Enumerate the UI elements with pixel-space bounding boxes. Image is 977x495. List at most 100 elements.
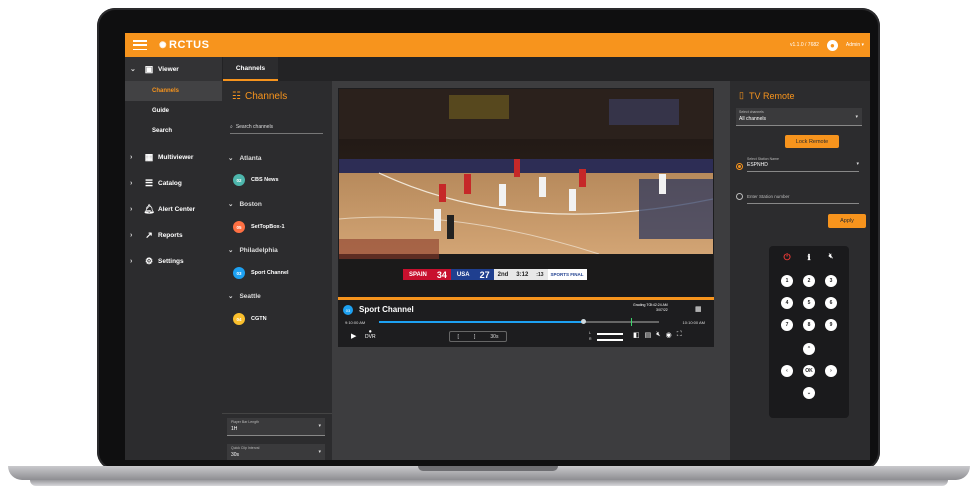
channel-item-sport-channel[interactable]: 03 Sport Channel [233,267,289,279]
city-group-boston[interactable]: ⌄ Boston [228,200,262,209]
station-number-radio[interactable] [736,193,743,200]
city-group-philadelphia[interactable]: ⌄ Philadelphia [228,246,278,255]
mute-icon[interactable]: 🔇︎ [825,251,837,263]
timecode-date: 3/07/22 [656,308,668,312]
calendar-icon[interactable]: ▦ [695,305,702,313]
key-8[interactable]: 8 [803,319,815,331]
tab-channels[interactable]: Channels [223,57,278,81]
chevron-up-icon[interactable]: ⌃ [803,343,815,355]
station-name-select[interactable]: Select Station Name ESPNHD ▾ [747,156,859,172]
audio-meter[interactable]: L R [589,331,629,342]
live-channel-badge: 03 [343,305,353,315]
screenshot-icon[interactable]: ◉ [666,331,672,339]
dvr-button[interactable]: ⏺ DVR [365,330,376,340]
station-number-underline [747,203,859,204]
network-select[interactable]: Select channels All channels ▾ [736,108,862,126]
sidebar-group-label: Settings [158,257,184,265]
sidebar-group-multiviewer[interactable]: › ▦ Multiviewer [125,147,222,167]
ok-button[interactable]: OK [803,365,815,377]
key-5[interactable]: 5 [803,297,815,309]
clip-end-bracket-icon[interactable]: ] [474,334,475,340]
quick-clip-interval-select[interactable]: Quick Clip Interval 30s ▾ [227,444,325,460]
clip-interval-label: 30s [490,333,499,340]
station-number-input[interactable]: Enter Station number [747,194,790,199]
sidebar-item-search[interactable]: Search [125,121,222,141]
remote-keypad: ⏻ ℹ 🔇︎ 1 2 3 4 5 6 7 8 9 ⌃ ‹ OK › ⌄ [769,246,849,418]
timeline-handle[interactable] [580,319,586,324]
timeline-scrubber[interactable] [379,318,659,326]
clip-start-bracket-icon[interactable]: [ [458,334,459,340]
chevron-down-icon: ⌄ [228,293,234,300]
user-menu[interactable]: Admin ▾ [846,42,864,48]
chevron-down-icon: ⌄ [228,247,234,254]
search-input[interactable]: ⌕ Search channels [230,121,323,134]
select-value: ESPNHD [747,162,768,168]
search-icon: ⌕ [230,124,233,130]
team-2-score: 27 [475,269,494,280]
key-2[interactable]: 2 [803,275,815,287]
mute-icon[interactable]: 🔇︎ [656,331,660,339]
select-label: Select Station Name [747,157,779,161]
key-6[interactable]: 6 [825,297,837,309]
sidebar-group-label: Catalog [158,179,182,187]
layout-icon[interactable]: ◧ [633,331,640,339]
video-player: SPAIN 34 USA 27 2nd 3:12 :13 SPORTS FINA… [338,88,714,347]
chevron-left-icon[interactable]: ‹ [781,365,793,377]
scoreboard-overlay: SPAIN 34 USA 27 2nd 3:12 :13 SPORTS FINA… [403,269,587,280]
play-icon[interactable]: ▶ [351,332,356,340]
grading-label: Grading TC [633,303,652,307]
live-marker [631,318,632,326]
select-label: Quick Clip Interval [231,446,260,450]
trend-icon: ↗ [145,229,153,240]
key-1[interactable]: 1 [781,275,793,287]
chevron-down-icon[interactable]: ⌄ [803,387,815,399]
sidebar-group-settings[interactable]: › ⚙ Settings [125,251,222,271]
select-label: Player Bar Length [231,420,260,424]
player-bar-length-select[interactable]: Player Bar Length 1H ▾ [227,418,325,436]
channel-item-settopbox[interactable]: 05 SetTopBox-1 [233,221,285,233]
logo-mark-icon: ✺ [159,39,168,50]
station-name-radio[interactable] [736,163,743,170]
apply-button[interactable]: Apply [828,214,866,228]
game-quarter: 2nd [493,269,513,280]
clip-control[interactable]: [ ] 30s [449,331,507,342]
volume-left-label: L [589,331,591,335]
bell-icon: 🔔︎ [143,203,155,214]
menu-icon[interactable] [133,40,147,50]
key-9[interactable]: 9 [825,319,837,331]
app-logo: ✺ RCTUS [159,39,209,51]
channel-item-cgtn[interactable]: 04 CGTN [233,313,267,325]
caret-down-icon: ▾ [318,449,321,455]
sidebar-item-guide[interactable]: Guide [125,101,222,121]
channel-number-badge: 02 [233,174,245,186]
timecode-info: 9:42:24 AM 3/07/22 [650,303,668,313]
channel-item-cbs-news[interactable]: 02 CBS News [233,174,279,186]
user-avatar-icon[interactable]: ● [826,39,838,51]
key-3[interactable]: 3 [825,275,837,287]
sidebar-group-viewer[interactable]: ⌄ ▣ Viewer [125,57,222,81]
remote-icon: ▯ [739,90,744,100]
channels-title: ☷ Channels [232,91,287,102]
chevron-right-icon[interactable]: › [825,365,837,377]
sidebar-group-alert-center[interactable]: › 🔔︎ Alert Center [125,199,222,219]
info-icon[interactable]: ℹ [803,251,815,263]
city-group-seattle[interactable]: ⌄ Seattle [228,292,261,301]
channel-number-badge: 04 [233,313,245,325]
key-4[interactable]: 4 [781,297,793,309]
dvr-label: DVR [365,334,376,340]
captions-icon[interactable]: ▤ [645,331,652,339]
lock-remote-button[interactable]: Lock Remote [785,135,839,148]
logo-text: RCTUS [169,39,210,51]
city-group-atlanta[interactable]: ⌄ Atlanta [228,154,261,163]
sidebar-group-catalog[interactable]: › ☰ Catalog [125,173,222,193]
fullscreen-icon[interactable]: ⛶ [677,331,682,339]
key-7[interactable]: 7 [781,319,793,331]
video-frame[interactable]: SPAIN 34 USA 27 2nd 3:12 :13 SPORTS FINA… [339,89,713,298]
sidebar-item-channels[interactable]: Channels [125,81,222,101]
select-value: 30s [231,452,240,458]
sidebar-group-reports[interactable]: › ↗ Reports [125,225,222,245]
power-icon[interactable]: ⏻ [781,251,793,263]
remote-title-text: TV Remote [748,90,795,101]
remote-title: ▯ TV Remote [739,90,794,101]
channel-name: CBS News [251,177,279,183]
